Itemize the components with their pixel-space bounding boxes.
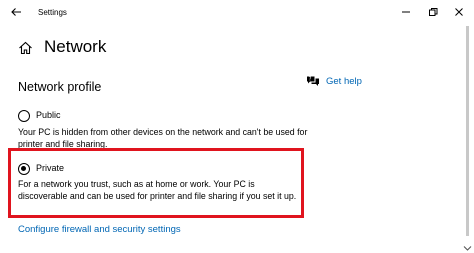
chat-help-icon: ? [306, 75, 320, 88]
scroll-down-icon[interactable] [463, 239, 472, 251]
restore-button[interactable] [426, 5, 440, 19]
back-button[interactable] [8, 4, 26, 20]
minimize-button[interactable] [399, 5, 413, 19]
restore-icon [429, 8, 438, 16]
private-description: For a network you trust, such as at home… [18, 179, 297, 201]
home-icon[interactable] [18, 41, 33, 55]
scrollbar[interactable] [466, 26, 469, 236]
public-label[interactable]: Public [36, 110, 61, 120]
public-description: Your PC is hidden from other devices on … [18, 127, 308, 148]
section-title: Network profile [18, 80, 102, 94]
private-label[interactable]: Private [36, 163, 64, 173]
private-radio[interactable] [18, 163, 30, 175]
window-title: Settings [38, 8, 67, 17]
configure-firewall-link[interactable]: Configure firewall and security settings [18, 224, 181, 235]
title-bar: Settings [0, 0, 474, 26]
minimize-icon [402, 11, 410, 13]
get-help-label: Get help [326, 76, 362, 87]
public-radio[interactable] [18, 110, 30, 122]
close-button[interactable] [452, 5, 466, 19]
back-arrow-icon [11, 8, 21, 16]
svg-text:?: ? [309, 77, 312, 83]
close-icon [455, 8, 463, 16]
page-title: Network [44, 37, 107, 56]
